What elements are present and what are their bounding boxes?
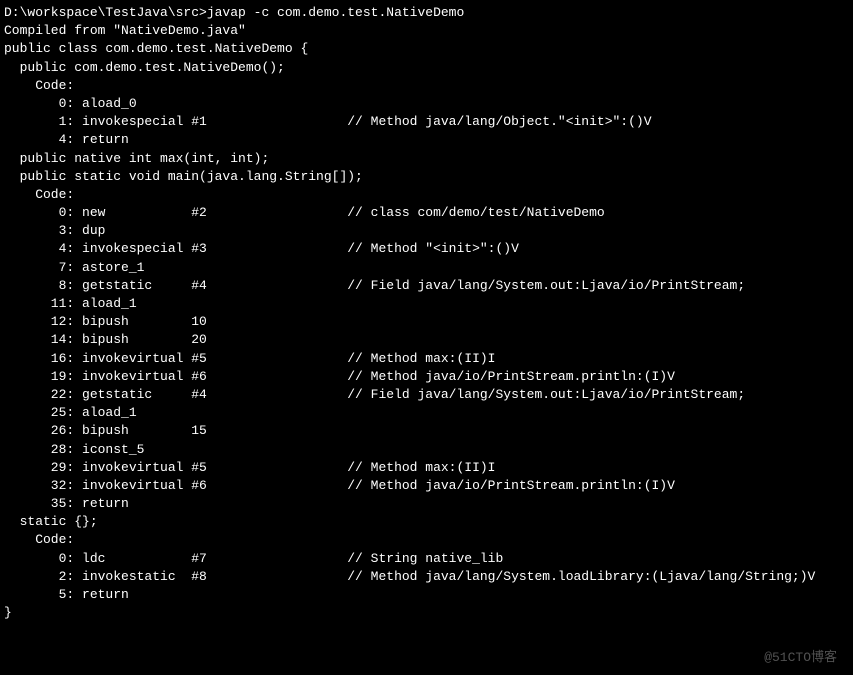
watermark-text: @51CTO博客 xyxy=(764,649,837,667)
terminal-line: 26: bipush 15 xyxy=(4,422,849,440)
terminal-line: 11: aload_1 xyxy=(4,295,849,313)
terminal-line: 0: ldc #7 // String native_lib xyxy=(4,550,849,568)
terminal-line: 7: astore_1 xyxy=(4,259,849,277)
terminal-line: 22: getstatic #4 // Field java/lang/Syst… xyxy=(4,386,849,404)
terminal-line: 0: aload_0 xyxy=(4,95,849,113)
terminal-line: Code: xyxy=(4,531,849,549)
terminal-line: D:\workspace\TestJava\src>javap -c com.d… xyxy=(4,4,849,22)
terminal-line: 14: bipush 20 xyxy=(4,331,849,349)
terminal-line: Code: xyxy=(4,77,849,95)
terminal-line: 2: invokestatic #8 // Method java/lang/S… xyxy=(4,568,849,586)
terminal-line: Compiled from "NativeDemo.java" xyxy=(4,22,849,40)
terminal-line: 4: invokespecial #3 // Method "<init>":(… xyxy=(4,240,849,258)
terminal-line: 25: aload_1 xyxy=(4,404,849,422)
terminal-line: 8: getstatic #4 // Field java/lang/Syste… xyxy=(4,277,849,295)
terminal-line: 35: return xyxy=(4,495,849,513)
terminal-line: public static void main(java.lang.String… xyxy=(4,168,849,186)
terminal-line: 29: invokevirtual #5 // Method max:(II)I xyxy=(4,459,849,477)
terminal-line: 16: invokevirtual #5 // Method max:(II)I xyxy=(4,350,849,368)
terminal-line: 28: iconst_5 xyxy=(4,441,849,459)
terminal-line: 19: invokevirtual #6 // Method java/io/P… xyxy=(4,368,849,386)
terminal-line: 4: return xyxy=(4,131,849,149)
terminal-output: D:\workspace\TestJava\src>javap -c com.d… xyxy=(4,4,849,622)
terminal-line: 5: return xyxy=(4,586,849,604)
terminal-line: 12: bipush 10 xyxy=(4,313,849,331)
terminal-line: Code: xyxy=(4,186,849,204)
terminal-line: public native int max(int, int); xyxy=(4,150,849,168)
terminal-line: public class com.demo.test.NativeDemo { xyxy=(4,40,849,58)
terminal-line: public com.demo.test.NativeDemo(); xyxy=(4,59,849,77)
terminal-line: 1: invokespecial #1 // Method java/lang/… xyxy=(4,113,849,131)
terminal-line: } xyxy=(4,604,849,622)
terminal-line: 0: new #2 // class com/demo/test/NativeD… xyxy=(4,204,849,222)
terminal-line: 3: dup xyxy=(4,222,849,240)
terminal-line: static {}; xyxy=(4,513,849,531)
terminal-line: 32: invokevirtual #6 // Method java/io/P… xyxy=(4,477,849,495)
